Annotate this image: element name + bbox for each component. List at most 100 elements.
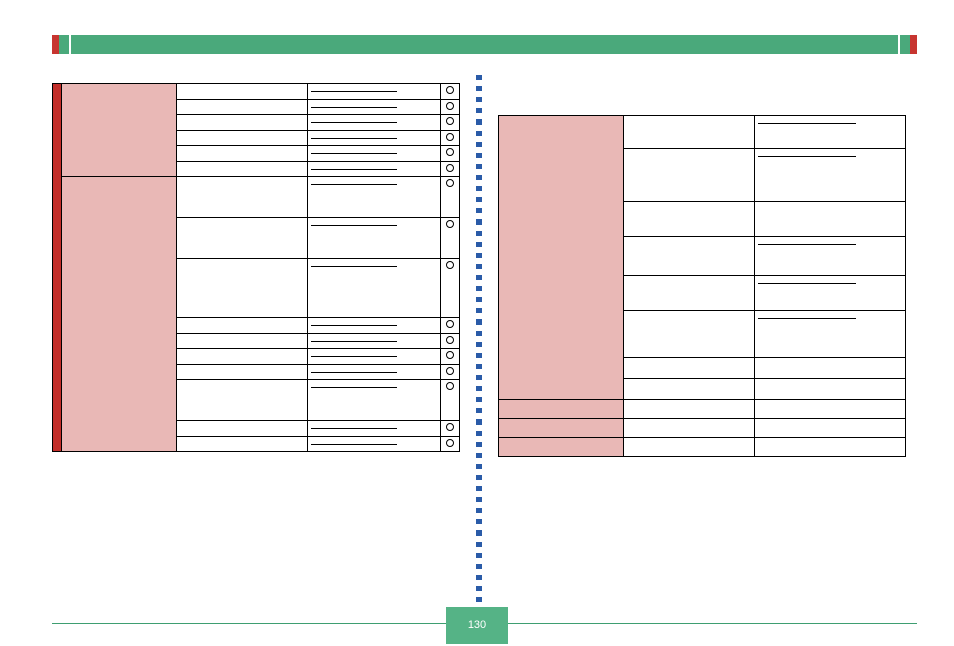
aq-cell (624, 202, 755, 237)
header-accent-right (910, 35, 917, 54)
aq-cell (624, 311, 755, 358)
left-rubric-table (52, 83, 460, 452)
aq-cell (177, 318, 308, 334)
aq-cell (177, 177, 308, 218)
score-circle-icon (446, 102, 454, 110)
score-cell (441, 333, 460, 349)
aq-cell (624, 419, 755, 438)
criteria-cell (308, 318, 441, 334)
score-circle-icon (446, 351, 454, 359)
criteria-cell (755, 379, 906, 400)
score-circle-icon (446, 220, 454, 228)
aq-cell (177, 259, 308, 318)
category-cell (62, 84, 177, 177)
score-circle-icon (446, 439, 454, 447)
aq-cell (624, 379, 755, 400)
criteria-cell (755, 438, 906, 457)
score-circle-icon (446, 423, 454, 431)
score-cell (441, 380, 460, 421)
score-cell (441, 364, 460, 380)
score-cell (441, 146, 460, 162)
score-circle-icon (446, 164, 454, 172)
header-green-left (59, 35, 69, 54)
aq-cell (177, 161, 308, 177)
aq-cell (624, 358, 755, 379)
aq-cell (177, 380, 308, 421)
aq-cell (177, 333, 308, 349)
aq-cell (177, 421, 308, 437)
criteria-cell (308, 130, 441, 146)
header-accent-left (52, 35, 59, 54)
category-cell (499, 419, 624, 438)
table-row (499, 438, 906, 457)
criteria-cell (308, 349, 441, 365)
header-bar (52, 35, 917, 54)
aq-cell (177, 146, 308, 162)
criteria-cell (755, 237, 906, 276)
criteria-cell (755, 276, 906, 311)
criteria-cell (308, 333, 441, 349)
aq-cell (177, 130, 308, 146)
score-cell (441, 421, 460, 437)
header-green-right (900, 35, 910, 54)
table-row (499, 116, 906, 149)
score-circle-icon (446, 133, 454, 141)
category-cell (499, 400, 624, 419)
table-row (53, 177, 460, 218)
score-cell (441, 130, 460, 146)
table-row (53, 84, 460, 100)
criteria-cell (755, 400, 906, 419)
criteria-cell (308, 99, 441, 115)
aq-cell (177, 349, 308, 365)
criteria-cell (308, 161, 441, 177)
category-cell (62, 177, 177, 452)
score-cell (441, 161, 460, 177)
criteria-cell (755, 311, 906, 358)
criteria-cell (308, 259, 441, 318)
right-rubric-table (498, 115, 906, 457)
criteria-cell (308, 146, 441, 162)
criteria-cell (308, 436, 441, 452)
page-number-badge: 130 (446, 607, 508, 644)
criteria-cell (755, 149, 906, 202)
category-cell (499, 116, 624, 400)
column-divider-dotted (476, 75, 482, 602)
score-cell (441, 349, 460, 365)
aq-cell (624, 438, 755, 457)
score-cell (441, 436, 460, 452)
score-circle-icon (446, 382, 454, 390)
score-circle-icon (446, 179, 454, 187)
aq-cell (624, 149, 755, 202)
aq-cell (177, 99, 308, 115)
criteria-cell (755, 202, 906, 237)
aq-cell (624, 237, 755, 276)
score-cell (441, 99, 460, 115)
score-cell (441, 259, 460, 318)
aq-cell (177, 364, 308, 380)
score-circle-icon (446, 86, 454, 94)
criteria-cell (308, 115, 441, 131)
score-circle-icon (446, 320, 454, 328)
aq-cell (177, 436, 308, 452)
score-circle-icon (446, 261, 454, 269)
score-circle-icon (446, 117, 454, 125)
aq-cell (177, 84, 308, 100)
aq-cell (177, 115, 308, 131)
score-cell (441, 115, 460, 131)
score-circle-icon (446, 367, 454, 375)
header-green-mid (71, 35, 898, 54)
aq-cell (624, 276, 755, 311)
aq-cell (624, 400, 755, 419)
aq-cell (177, 218, 308, 259)
category-cell (499, 438, 624, 457)
score-circle-icon (446, 336, 454, 344)
criteria-cell (755, 358, 906, 379)
criteria-cell (308, 421, 441, 437)
table-row (499, 419, 906, 438)
criteria-cell (308, 84, 441, 100)
table-row (499, 400, 906, 419)
criteria-cell (755, 116, 906, 149)
criteria-cell (755, 419, 906, 438)
score-cell (441, 218, 460, 259)
criteria-cell (308, 177, 441, 218)
